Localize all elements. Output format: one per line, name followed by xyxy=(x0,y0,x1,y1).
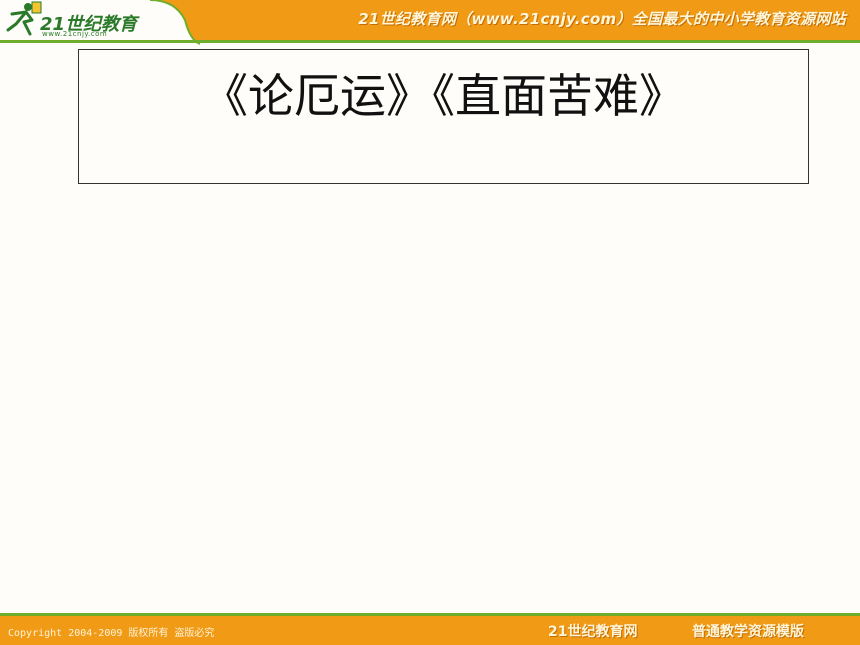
bottom-banner: Copyright 2004-2009 版权所有 盗版必究 21世纪教育网 普通… xyxy=(0,616,860,645)
header-slogan: 21世纪教育网（www.21cnjy.com）全国最大的中小学教育资源网站 xyxy=(358,10,846,28)
footer-template-label: 普通教学资源模版 xyxy=(692,624,804,640)
logo-url: www.21cnjy.com xyxy=(42,30,108,38)
slide-title: 《论厄运》《直面苦难》 xyxy=(202,69,685,123)
title-box: 《论厄运》《直面苦难》 xyxy=(78,49,809,184)
copyright-text: Copyright 2004-2009 版权所有 盗版必究 xyxy=(8,628,215,639)
footer-brand: 21世纪教育网 xyxy=(548,624,638,640)
site-logo[interactable]: 21世纪教育 www.21cnjy.com xyxy=(2,0,152,44)
runner-icon xyxy=(6,1,42,36)
